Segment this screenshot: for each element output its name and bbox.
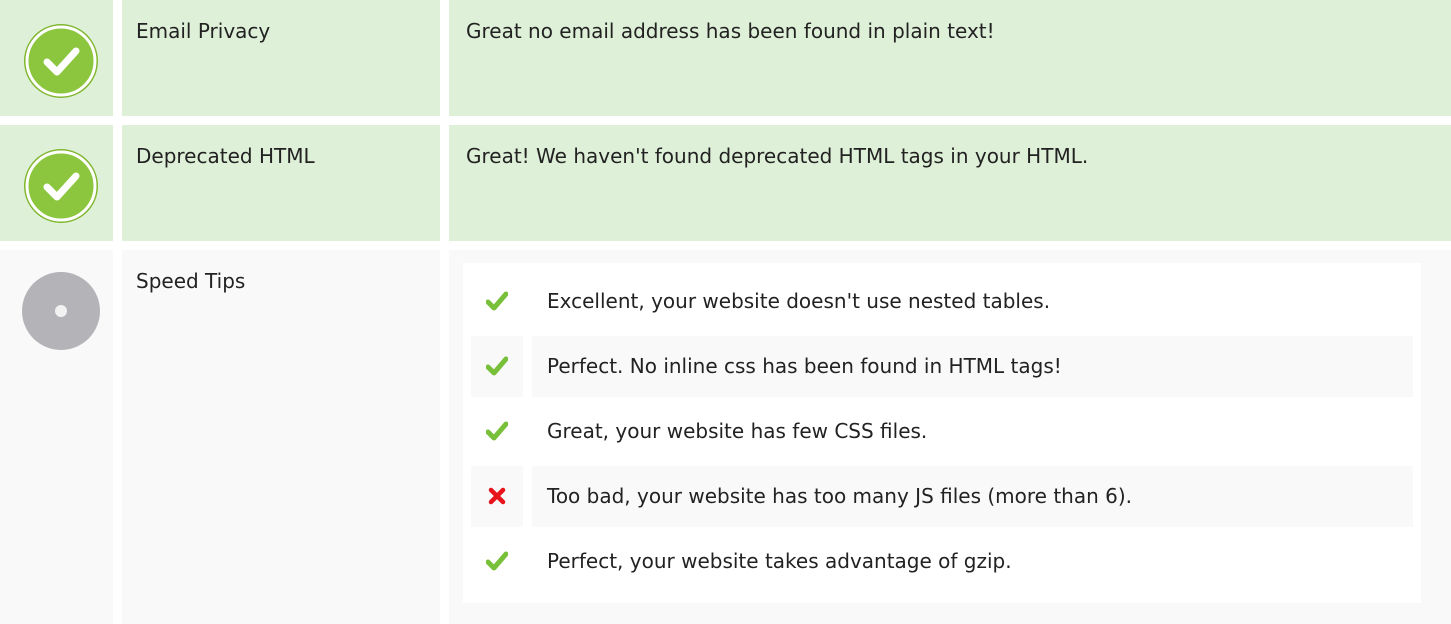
content-cell: Great no email address has been found in…: [449, 0, 1451, 116]
tip-text: Too bad, your website has too many JS fi…: [547, 484, 1133, 508]
row-label: Email Privacy: [136, 19, 271, 43]
result-message: Great! We haven't found deprecated HTML …: [466, 144, 1089, 168]
check-icon: [486, 291, 508, 311]
list-item: Perfect. No inline css has been found in…: [463, 336, 1421, 397]
speed-tips-list: Excellent, your website doesn't use nest…: [463, 263, 1421, 603]
content-cell: Excellent, your website doesn't use nest…: [449, 250, 1451, 624]
label-cell: Email Privacy: [122, 0, 440, 116]
info-circle-icon: [22, 272, 100, 350]
check-icon: [486, 421, 508, 441]
result-message: Great no email address has been found in…: [466, 19, 995, 43]
list-item: Excellent, your website doesn't use nest…: [463, 271, 1421, 332]
tip-text: Perfect, your website takes advantage of…: [547, 549, 1012, 573]
list-item: Great, your website has few CSS files.: [463, 401, 1421, 462]
result-row-deprecated-html: Deprecated HTML Great! We haven't found …: [0, 125, 1451, 241]
content-cell: Great! We haven't found deprecated HTML …: [449, 125, 1451, 241]
list-item: Too bad, your website has too many JS fi…: [463, 466, 1421, 527]
list-item: Perfect, your website takes advantage of…: [463, 531, 1421, 592]
label-cell: Deprecated HTML: [122, 125, 440, 241]
status-cell: [0, 0, 113, 116]
cross-icon: [488, 487, 506, 505]
tip-text: Great, your website has few CSS files.: [547, 419, 928, 443]
label-cell: Speed Tips: [122, 250, 440, 624]
check-circle-icon: [24, 149, 98, 223]
status-cell: [0, 250, 113, 624]
check-icon: [486, 551, 508, 571]
result-row-email-privacy: Email Privacy Great no email address has…: [0, 0, 1451, 116]
status-cell: [0, 125, 113, 241]
result-row-speed-tips: Speed Tips Excellent, your website doesn…: [0, 250, 1451, 624]
tip-text: Excellent, your website doesn't use nest…: [547, 289, 1051, 313]
check-circle-icon: [24, 24, 98, 98]
row-label: Speed Tips: [136, 269, 246, 293]
row-label: Deprecated HTML: [136, 144, 315, 168]
tip-text: Perfect. No inline css has been found in…: [547, 354, 1062, 378]
check-icon: [486, 356, 508, 376]
